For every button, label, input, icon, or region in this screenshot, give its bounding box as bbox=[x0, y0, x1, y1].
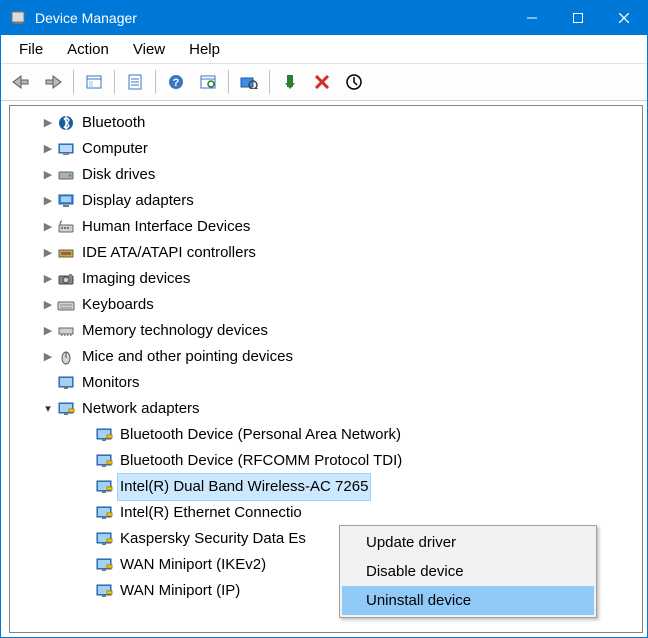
menu-help[interactable]: Help bbox=[177, 38, 232, 61]
device-category[interactable]: ▶ Human Interface Devices bbox=[10, 214, 642, 240]
device-category[interactable]: ▾ Network adapters bbox=[10, 396, 642, 422]
network-icon bbox=[94, 478, 114, 496]
expand-chevron-icon[interactable]: ▶ bbox=[40, 344, 56, 370]
display-icon bbox=[56, 192, 76, 210]
enable-button[interactable] bbox=[275, 67, 305, 97]
help-button[interactable]: ? bbox=[161, 67, 191, 97]
expand-chevron-icon[interactable]: ▶ bbox=[40, 318, 56, 344]
back-button[interactable] bbox=[6, 67, 36, 97]
expand-chevron-icon[interactable]: ▶ bbox=[40, 292, 56, 318]
device-item[interactable]: Intel(R) Ethernet Connectio bbox=[10, 500, 642, 526]
tree-item-label: Memory technology devices bbox=[80, 318, 270, 344]
tree-item-label: Intel(R) Dual Band Wireless-AC 7265 bbox=[118, 474, 370, 500]
monitor-icon bbox=[56, 374, 76, 392]
menu-view[interactable]: View bbox=[121, 38, 177, 61]
maximize-button[interactable] bbox=[555, 1, 601, 35]
toolbar-separator bbox=[114, 70, 115, 94]
tree-item-label: Imaging devices bbox=[80, 266, 192, 292]
device-category[interactable]: ▶ Memory technology devices bbox=[10, 318, 642, 344]
tree-item-label: Bluetooth Device (Personal Area Network) bbox=[118, 422, 403, 448]
network-icon bbox=[56, 400, 76, 418]
device-item[interactable]: Bluetooth Device (Personal Area Network) bbox=[10, 422, 642, 448]
device-category[interactable]: ▶ Computer bbox=[10, 136, 642, 162]
device-category[interactable]: ▶ Display adapters bbox=[10, 188, 642, 214]
properties-button[interactable] bbox=[120, 67, 150, 97]
show-hidden-button[interactable] bbox=[79, 67, 109, 97]
disk-icon bbox=[56, 166, 76, 184]
network-icon bbox=[94, 426, 114, 444]
tree-item-label: Bluetooth bbox=[80, 110, 147, 136]
context-menu-item[interactable]: Disable device bbox=[342, 557, 594, 586]
context-menu-item[interactable]: Update driver bbox=[342, 528, 594, 557]
expand-chevron-icon[interactable]: ▶ bbox=[40, 240, 56, 266]
device-item[interactable]: Intel(R) Dual Band Wireless-AC 7265 bbox=[10, 474, 642, 500]
tree-item-label: WAN Miniport (IP) bbox=[118, 578, 242, 604]
app-icon bbox=[9, 9, 27, 27]
expand-chevron-icon[interactable]: ▶ bbox=[40, 136, 56, 162]
device-category[interactable]: ▶ Keyboards bbox=[10, 292, 642, 318]
collapse-chevron-icon[interactable]: ▾ bbox=[40, 396, 56, 422]
toolbar: ? bbox=[1, 64, 647, 101]
close-button[interactable] bbox=[601, 1, 647, 35]
tree-item-label: Display adapters bbox=[80, 188, 196, 214]
toolbar-separator bbox=[73, 70, 74, 94]
device-category[interactable]: ▶ Mice and other pointing devices bbox=[10, 344, 642, 370]
disable-button[interactable] bbox=[307, 67, 337, 97]
svg-text:?: ? bbox=[173, 77, 180, 89]
device-category[interactable]: ▶ IDE ATA/ATAPI controllers bbox=[10, 240, 642, 266]
expand-chevron-icon[interactable]: ▶ bbox=[40, 266, 56, 292]
tree-item-label: Computer bbox=[80, 136, 150, 162]
bluetooth-icon bbox=[56, 114, 76, 132]
titlebar: Device Manager bbox=[1, 1, 647, 35]
device-manager-window: Device Manager File Action View Help ? ▶… bbox=[0, 0, 648, 638]
tree-item-label: Disk drives bbox=[80, 162, 157, 188]
expand-chevron-icon[interactable]: ▶ bbox=[40, 214, 56, 240]
toolbar-separator bbox=[228, 70, 229, 94]
tree-item-label: IDE ATA/ATAPI controllers bbox=[80, 240, 258, 266]
network-icon bbox=[94, 556, 114, 574]
tree-item-label: Kaspersky Security Data Es bbox=[118, 526, 308, 552]
uninstall-button[interactable] bbox=[339, 67, 369, 97]
forward-button[interactable] bbox=[38, 67, 68, 97]
imaging-icon bbox=[56, 270, 76, 288]
tree-item-label: Mice and other pointing devices bbox=[80, 344, 295, 370]
window-title: Device Manager bbox=[35, 10, 137, 26]
hid-icon bbox=[56, 218, 76, 236]
menubar: File Action View Help bbox=[1, 35, 647, 64]
context-menu: Update driverDisable deviceUninstall dev… bbox=[339, 525, 597, 618]
expand-chevron-icon[interactable]: ▶ bbox=[40, 162, 56, 188]
tree-item-label: WAN Miniport (IKEv2) bbox=[118, 552, 268, 578]
menu-file[interactable]: File bbox=[7, 38, 55, 61]
device-category[interactable]: ▶ Imaging devices bbox=[10, 266, 642, 292]
device-category[interactable]: Monitors bbox=[10, 370, 642, 396]
ide-icon bbox=[56, 244, 76, 262]
network-icon bbox=[94, 452, 114, 470]
expand-chevron-icon[interactable]: ▶ bbox=[40, 188, 56, 214]
computer-icon bbox=[56, 140, 76, 158]
expand-chevron-icon[interactable]: ▶ bbox=[40, 110, 56, 136]
menu-action[interactable]: Action bbox=[55, 38, 121, 61]
tree-item-label: Bluetooth Device (RFCOMM Protocol TDI) bbox=[118, 448, 404, 474]
update-button[interactable] bbox=[193, 67, 223, 97]
network-icon bbox=[94, 530, 114, 548]
context-menu-item[interactable]: Uninstall device bbox=[342, 586, 594, 615]
minimize-button[interactable] bbox=[509, 1, 555, 35]
network-icon bbox=[94, 582, 114, 600]
device-item[interactable]: Bluetooth Device (RFCOMM Protocol TDI) bbox=[10, 448, 642, 474]
tree-item-label: Keyboards bbox=[80, 292, 156, 318]
tree-item-label: Human Interface Devices bbox=[80, 214, 252, 240]
toolbar-separator bbox=[155, 70, 156, 94]
mouse-icon bbox=[56, 348, 76, 366]
memory-icon bbox=[56, 322, 76, 340]
network-icon bbox=[94, 504, 114, 522]
keyboard-icon bbox=[56, 296, 76, 314]
device-category[interactable]: ▶ Bluetooth bbox=[10, 110, 642, 136]
device-category[interactable]: ▶ Disk drives bbox=[10, 162, 642, 188]
scan-button[interactable] bbox=[234, 67, 264, 97]
tree-item-label: Monitors bbox=[80, 370, 142, 396]
toolbar-separator bbox=[269, 70, 270, 94]
tree-item-label: Network adapters bbox=[80, 396, 202, 422]
tree-item-label: Intel(R) Ethernet Connectio bbox=[118, 500, 304, 526]
